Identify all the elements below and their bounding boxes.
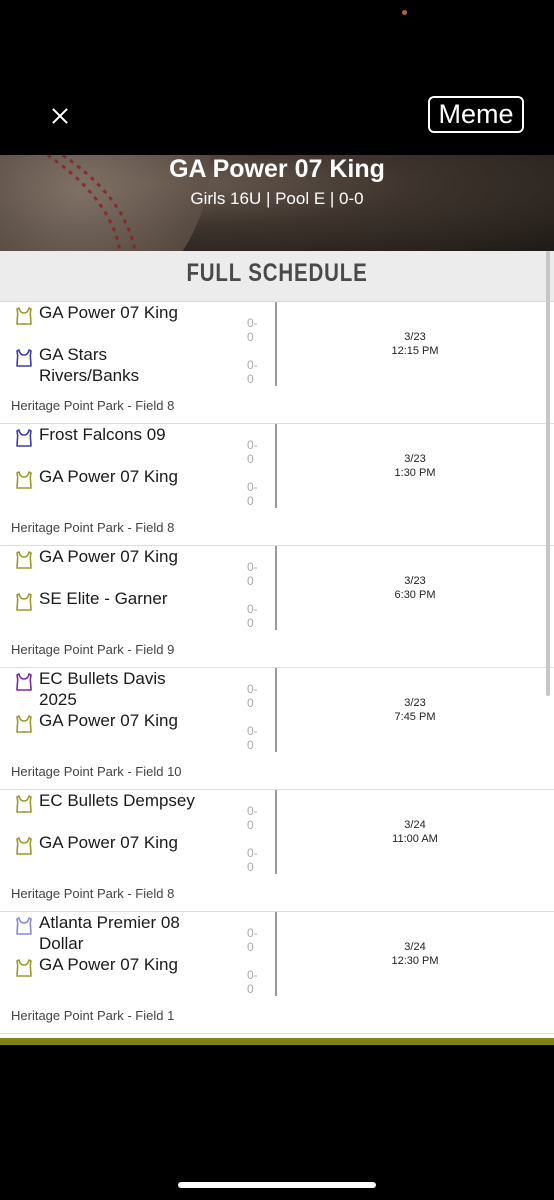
game-row[interactable]: GA Power 07 King 0-0 SE Elite - Garner 0-0 3… [0,546,554,668]
game-location: Heritage Point Park - Field 9 [11,642,175,657]
team-name: GA Power 07 King [39,467,178,486]
team-score: 0-0 [247,358,258,386]
game-location: Heritage Point Park - Field 8 [11,520,175,535]
game-row[interactable]: GA Power 07 King 0-0 GA Stars Rivers/Banks… [0,302,554,424]
team-row-away: SE Elite - Garner 0-0 [14,588,264,630]
team-name: GA Power 07 King [39,303,178,322]
team-subtitle: Girls 16U | Pool E | 0-0 [190,189,364,208]
game-time: 11:00 AM [392,833,438,845]
game-datetime: 3/24 11:00 AM [280,818,550,846]
team-score: 0-0 [247,438,258,466]
team-hero-banner: GA Power 07 King Girls 16U | Pool E | 0-… [0,155,554,251]
team-row-away: GA Power 07 King 0-0 [14,710,264,752]
game-datetime: 3/23 12:15 PM [280,330,550,358]
jersey-icon [14,348,34,368]
team-name: GA Power 07 King [39,547,178,566]
team-score: 0-0 [247,480,258,508]
game-datetime: 3/23 1:30 PM [280,452,550,480]
team-row-home: EC Bullets Davis 2025 0-0 [14,668,264,710]
jersey-icon [14,306,34,326]
game-location: Heritage Point Park - Field 8 [11,398,175,413]
game-time: 7:45 PM [394,711,436,723]
team-score: 0-0 [247,682,258,710]
team-row-away: GA Power 07 King 0-0 [14,466,264,508]
game-time: 12:30 PM [391,955,439,967]
game-datetime: 3/24 12:30 PM [280,940,550,968]
jersey-icon [14,428,34,448]
game-row[interactable]: EC Bullets Davis 2025 0-0 GA Power 07 King… [0,668,554,790]
schedule-header: FULL SCHEDULE [0,251,554,302]
jersey-icon [14,470,34,490]
game-date: 3/23 [404,575,426,587]
team-score: 0-0 [247,316,258,344]
team-row-home: Atlanta Premier 08 Dollar 0-0 [14,912,264,954]
team-score: 0-0 [247,926,258,954]
game-datetime: 3/23 7:45 PM [280,696,550,724]
column-divider [275,546,277,630]
game-date: 3/23 [404,697,426,709]
team-score: 0-0 [247,804,258,832]
game-date: 3/24 [404,941,426,953]
jersey-icon [14,958,34,978]
jersey-icon [14,714,34,734]
team-name: EC Bullets Dempsey [39,791,195,810]
team-score: 0-0 [247,602,258,630]
game-row[interactable]: EC Bullets Dempsey 0-0 GA Power 07 King 0-0… [0,790,554,912]
column-divider [275,912,277,996]
game-time: 6:30 PM [394,589,436,601]
game-location: Heritage Point Park - Field 10 [11,764,182,779]
team-score: 0-0 [247,724,258,752]
team-row-away: GA Power 07 King 0-0 [14,832,264,874]
team-score: 0-0 [247,560,258,588]
game-time: 12:15 PM [391,345,439,357]
scrollbar[interactable] [546,251,550,696]
team-name: SE Elite - Garner [39,589,168,608]
jersey-icon [14,550,34,570]
game-date: 3/24 [404,819,426,831]
team-score: 0-0 [247,968,258,996]
team-row-away: GA Power 07 King 0-0 [14,954,264,996]
home-indicator[interactable] [178,1182,376,1188]
game-date: 3/23 [404,453,426,465]
column-divider [275,790,277,874]
meme-button[interactable]: Meme [428,96,524,133]
game-date: 3/23 [404,331,426,343]
game-row[interactable]: Atlanta Premier 08 Dollar 0-0 GA Power 07 … [0,912,554,1034]
game-list[interactable]: GA Power 07 King 0-0 GA Stars Rivers/Banks… [0,302,554,1038]
team-name: Atlanta Premier 08 Dollar [39,913,180,953]
team-row-home: GA Power 07 King 0-0 [14,546,264,588]
jersey-icon [14,672,34,692]
close-icon[interactable] [44,100,76,132]
column-divider [275,424,277,508]
team-row-home: EC Bullets Dempsey 0-0 [14,790,264,832]
team-name: GA Power 07 King [39,955,178,974]
game-datetime: 3/23 6:30 PM [280,574,550,602]
column-divider [275,668,277,752]
team-name: Frost Falcons 09 [39,425,166,444]
game-location: Heritage Point Park - Field 1 [11,1008,175,1023]
team-name: GA Power 07 King [39,833,178,852]
team-score: 0-0 [247,846,258,874]
team-title: GA Power 07 King [169,155,385,183]
team-row-away: GA Stars Rivers/Banks 0-0 [14,344,264,386]
game-location: Heritage Point Park - Field 8 [11,886,175,901]
jersey-icon [14,836,34,856]
column-divider [275,302,277,386]
accent-bar [0,1038,554,1045]
team-row-home: Frost Falcons 09 0-0 [14,424,264,466]
team-name: EC Bullets Davis 2025 [39,669,166,709]
team-name: GA Stars Rivers/Banks [39,345,140,385]
jersey-icon [14,916,34,936]
schedule-title: FULL SCHEDULE [186,259,368,287]
game-time: 1:30 PM [394,467,436,479]
team-name: GA Power 07 King [39,711,178,730]
jersey-icon [14,592,34,612]
status-dot [402,10,407,15]
game-row[interactable]: Frost Falcons 09 0-0 GA Power 07 King 0-0 3/… [0,424,554,546]
top-bar: Meme [0,0,554,155]
team-row-home: GA Power 07 King 0-0 [14,302,264,344]
jersey-icon [14,794,34,814]
